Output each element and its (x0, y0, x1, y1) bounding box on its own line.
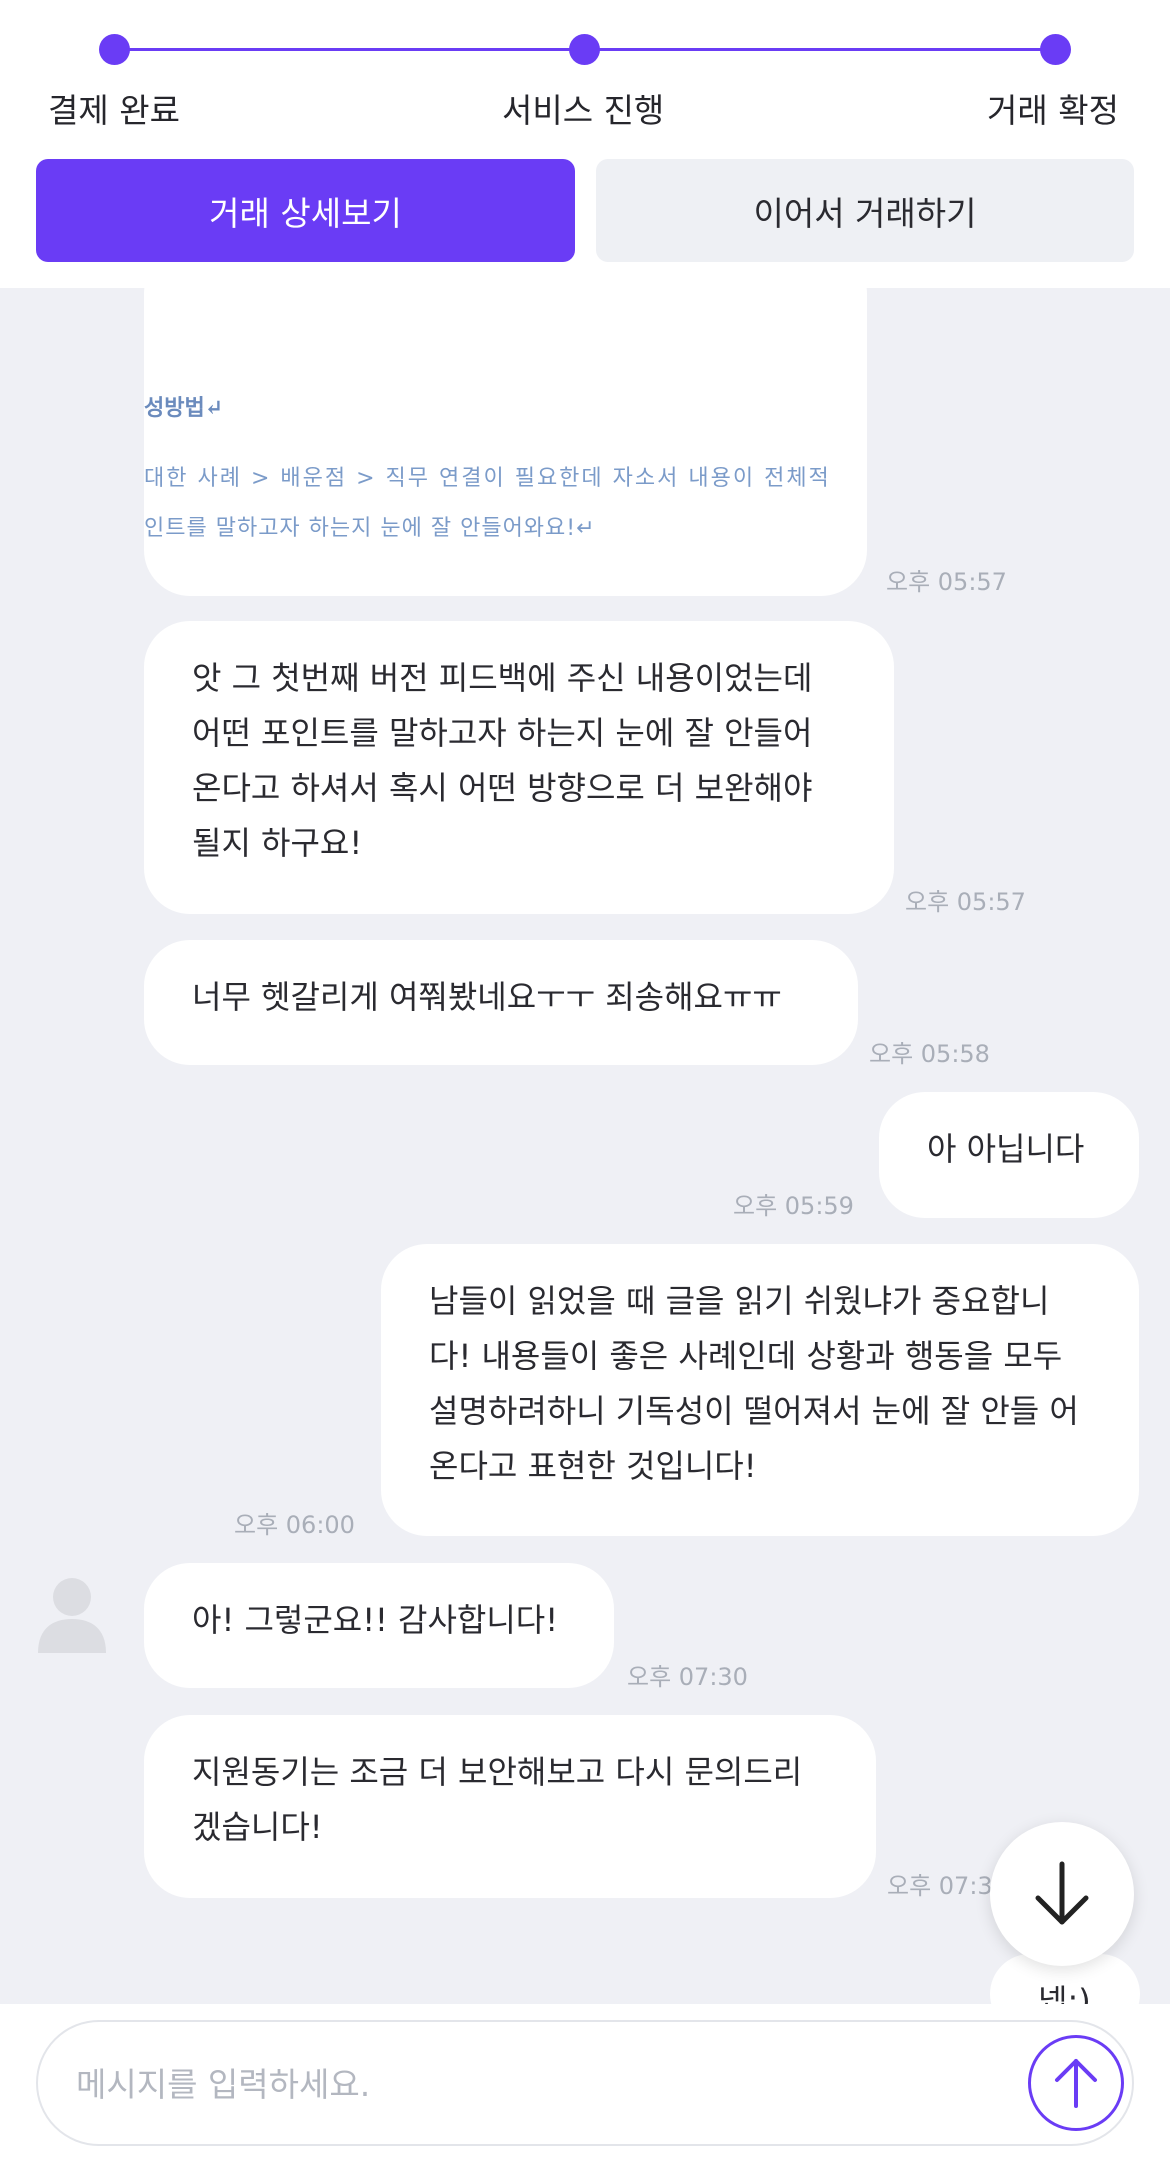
message-bubble-received[interactable]: 지원동기는 조금 더 보안해보고 다시 문의드리 겠습니다! (144, 1715, 876, 1898)
message-input-container (36, 2020, 1134, 2146)
document-preview-card[interactable]: 성방법↵ 대한 사례 > 배운점 > 직무 연결이 필요한데 자소서 내용이 전… (144, 288, 867, 596)
chat-thread[interactable]: 성방법↵ 대한 사례 > 배운점 > 직무 연결이 필요한데 자소서 내용이 전… (0, 288, 1170, 2004)
message-time: 오후 05:59 (733, 1192, 854, 1220)
progress-label-payment: 결제 완료 (48, 91, 180, 130)
message-time: 오후 07:3 (887, 1872, 993, 1900)
message-text: 아! 그렇군요!! 감사합니다! (192, 1601, 559, 1639)
message-text: 남들이 읽었을 때 글을 읽기 쉬웠냐가 중요합니다! 내용들이 좋은 사례인데… (429, 1282, 1079, 1485)
message-bubble-received[interactable]: 너무 헷갈리게 여쭤봤네요ㅜㅜ 죄송해요ㅠㅠ (144, 940, 858, 1065)
progress-dot-confirm (1040, 34, 1071, 65)
progress-label-confirm: 거래 확정 (987, 91, 1119, 130)
message-text: 아 아닙니다 (927, 1130, 1085, 1168)
message-bubble-sent[interactable]: 남들이 읽었을 때 글을 읽기 쉬웠냐가 중요합니다! 내용들이 좋은 사례인데… (381, 1244, 1139, 1536)
message-text: 앗 그 첫번째 버전 피드백에 주신 내용이었는데 어떤 포인트를 말하고자 하… (192, 659, 813, 862)
arrow-down-icon (1035, 1861, 1089, 1925)
message-time: 오후 05:57 (905, 888, 1026, 916)
message-input[interactable] (76, 2052, 1026, 2116)
arrow-up-icon (1055, 2059, 1097, 2108)
document-line: 대한 사례 > 배운점 > 직무 연결이 필요한데 자소서 내용이 전체적 (144, 466, 831, 491)
message-bubble-sent[interactable]: 아 아닙니다 (879, 1092, 1139, 1218)
trade-detail-button[interactable]: 거래 상세보기 (36, 159, 575, 262)
message-bubble-received[interactable]: 아! 그렇군요!! 감사합니다! (144, 1563, 614, 1688)
message-text: 지원동기는 조금 더 보안해보고 다시 문의드리 겠습니다! (192, 1753, 803, 1846)
message-time: 오후 05:58 (869, 1040, 990, 1068)
message-time: 오후 05:57 (886, 568, 1007, 596)
message-bubble-received[interactable]: 앗 그 첫번째 버전 피드백에 주신 내용이었는데 어떤 포인트를 말하고자 하… (144, 621, 894, 914)
message-text: 너무 헷갈리게 여쭤봤네요ㅜㅜ 죄송해요ㅠㅠ (192, 978, 782, 1016)
scroll-to-bottom-button[interactable] (990, 1822, 1134, 1966)
trade-progress: 결제 완료 서비스 진행 거래 확정 (0, 0, 1170, 150)
message-time: 오후 07:30 (627, 1663, 748, 1691)
message-time: 오후 06:00 (234, 1511, 355, 1539)
progress-dot-service (569, 34, 600, 65)
send-button[interactable] (1028, 2035, 1124, 2131)
progress-dot-payment (99, 34, 130, 65)
progress-label-service: 서비스 진행 (502, 91, 665, 130)
document-line: 인트를 말하고자 하는지 눈에 잘 안들어와요!↵ (144, 516, 596, 541)
document-heading: 성방법↵ (144, 395, 224, 421)
continue-trade-button[interactable]: 이어서 거래하기 (596, 159, 1134, 262)
user-avatar-icon[interactable] (34, 1571, 110, 1659)
message-text: 넵:) (1038, 1982, 1091, 2004)
message-composer (0, 2004, 1170, 2184)
